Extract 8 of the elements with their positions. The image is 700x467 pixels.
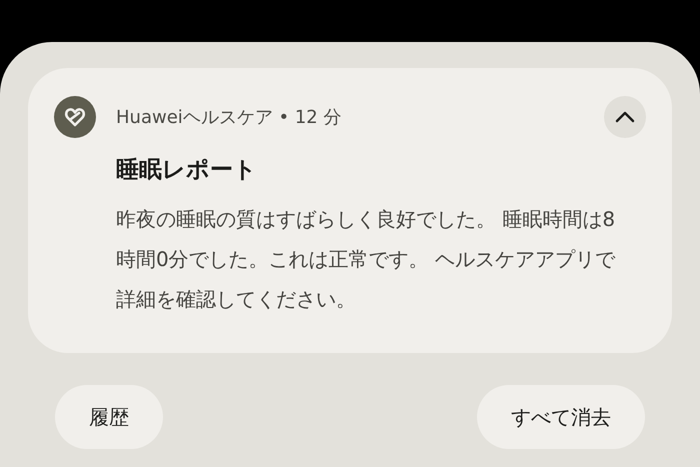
clear-all-button[interactable]: すべて消去 <box>477 385 645 449</box>
notification-card[interactable]: Huaweiヘルスケア • 12 分 睡眠レポート 昨夜の睡眠の質はすばらしく良好でした。 睡眠時間は8時間0分でした。これは正常です。 ヘルスケアアプリで詳細を確認してください。 <box>28 68 672 353</box>
app-name-and-time: Huaweiヘルスケア • 12 分 <box>116 106 342 129</box>
notification-title: 睡眠レポート <box>116 156 258 185</box>
notification-body: 昨夜の睡眠の質はすばらしく良好でした。 睡眠時間は8時間0分でした。これは正常です。 ヘルスケアアプリで詳細を確認してください。 <box>116 206 616 313</box>
chevron-icon <box>615 111 635 123</box>
collapse-button[interactable] <box>604 96 646 138</box>
history-button[interactable]: 履歴 <box>55 385 163 449</box>
